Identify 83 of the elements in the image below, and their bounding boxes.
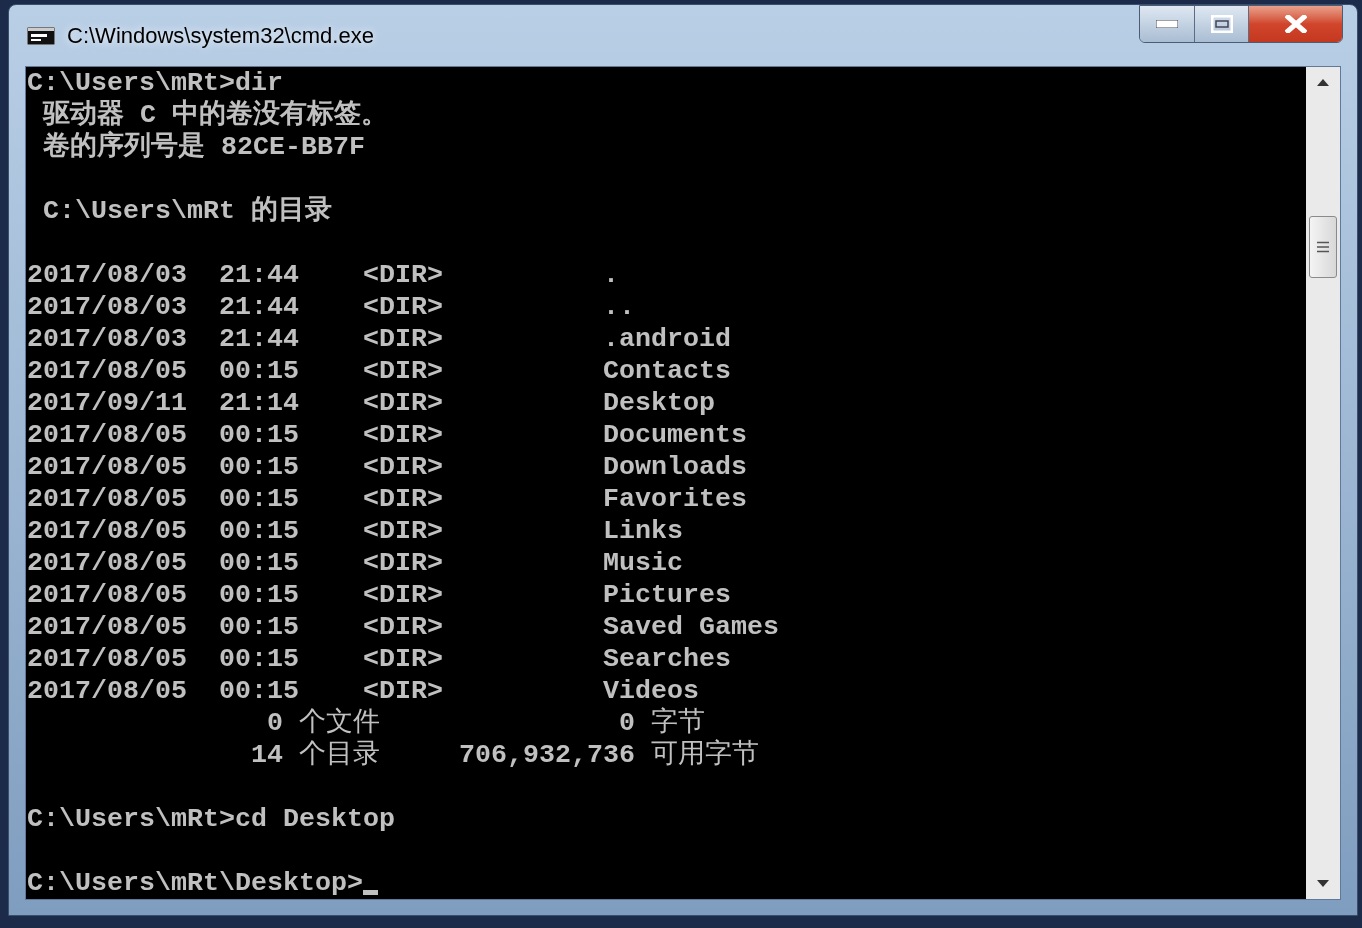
maximize-button[interactable] bbox=[1195, 6, 1249, 42]
entry-type: <DIR> bbox=[363, 259, 444, 291]
entry-type: <DIR> bbox=[363, 387, 444, 419]
entry-date: 2017/08/05 bbox=[27, 675, 188, 707]
entry-time: 00:15 bbox=[219, 355, 300, 387]
entry-time: 21:44 bbox=[219, 259, 300, 291]
minimize-button[interactable] bbox=[1140, 6, 1195, 42]
entry-time: 21:44 bbox=[219, 291, 300, 323]
entry-name: Videos bbox=[603, 675, 699, 707]
summary-size: 706,932,736 bbox=[458, 739, 635, 771]
entry-type: <DIR> bbox=[363, 643, 444, 675]
summary-label: 个文件 bbox=[299, 707, 381, 739]
entry-date: 2017/08/05 bbox=[27, 483, 188, 515]
summary-count: 0 bbox=[266, 707, 283, 739]
console-line: C:\Users\mRt>cd Desktop bbox=[27, 803, 395, 835]
console-line: C:\Users\mRt>dir bbox=[27, 67, 283, 99]
entry-time: 00:15 bbox=[219, 675, 300, 707]
entry-date: 2017/08/05 bbox=[27, 611, 188, 643]
summary-size: 0 bbox=[618, 707, 635, 739]
entry-name: Links bbox=[603, 515, 683, 547]
entry-name: Favorites bbox=[603, 483, 747, 515]
entry-name: . bbox=[603, 259, 619, 291]
entry-time: 00:15 bbox=[219, 515, 300, 547]
entry-date: 2017/08/05 bbox=[27, 515, 188, 547]
entry-date: 2017/08/03 bbox=[27, 259, 188, 291]
entry-date: 2017/09/11 bbox=[27, 387, 188, 419]
entry-name: Music bbox=[603, 547, 683, 579]
console-line: 驱动器 C 中的卷没有标签。 bbox=[41, 99, 388, 131]
console-line: 卷的序列号是 82CE-BB7F bbox=[42, 131, 365, 163]
entry-type: <DIR> bbox=[363, 323, 444, 355]
scroll-up-icon[interactable] bbox=[1317, 79, 1329, 86]
entry-name: Contacts bbox=[603, 355, 731, 387]
entry-date: 2017/08/03 bbox=[27, 323, 188, 355]
entry-time: 00:15 bbox=[219, 483, 300, 515]
summary-label: 字节 bbox=[651, 707, 705, 739]
entry-name: Desktop bbox=[603, 387, 715, 419]
entry-type: <DIR> bbox=[363, 515, 444, 547]
command-prompt: C:\Users\mRt\Desktop> bbox=[27, 867, 363, 899]
entry-type: <DIR> bbox=[363, 419, 444, 451]
entry-type: <DIR> bbox=[363, 547, 444, 579]
entry-date: 2017/08/05 bbox=[27, 451, 188, 483]
entry-time: 21:44 bbox=[219, 323, 300, 355]
close-button[interactable] bbox=[1249, 6, 1342, 42]
window-title: C:\Windows\system32\cmd.exe bbox=[67, 22, 374, 50]
entry-name: Pictures bbox=[603, 579, 731, 611]
entry-name: Documents bbox=[603, 419, 747, 451]
entry-date: 2017/08/05 bbox=[27, 579, 188, 611]
entry-time: 00:15 bbox=[219, 611, 300, 643]
entry-date: 2017/08/05 bbox=[27, 355, 188, 387]
scroll-down-icon[interactable] bbox=[1317, 880, 1329, 887]
entry-type: <DIR> bbox=[363, 355, 444, 387]
entry-type: <DIR> bbox=[363, 451, 444, 483]
entry-date: 2017/08/05 bbox=[27, 643, 188, 675]
entry-date: 2017/08/03 bbox=[27, 291, 188, 323]
entry-name: .android bbox=[603, 323, 731, 355]
entry-type: <DIR> bbox=[363, 483, 444, 515]
entry-type: <DIR> bbox=[363, 675, 444, 707]
entry-name: Saved Games bbox=[603, 611, 779, 643]
entry-date: 2017/08/05 bbox=[27, 547, 188, 579]
entry-name: .. bbox=[603, 291, 635, 323]
entry-type: <DIR> bbox=[363, 291, 444, 323]
entry-type: <DIR> bbox=[363, 611, 444, 643]
console-icon bbox=[27, 26, 55, 45]
summary-label: 个目录 bbox=[299, 739, 381, 771]
entry-time: 00:15 bbox=[219, 643, 300, 675]
entry-time: 00:15 bbox=[219, 419, 300, 451]
entry-date: 2017/08/05 bbox=[27, 419, 188, 451]
scrollbar-thumb[interactable] bbox=[1309, 216, 1337, 278]
close-icon bbox=[1284, 15, 1307, 33]
entry-type: <DIR> bbox=[363, 579, 444, 611]
entry-time: 00:15 bbox=[219, 451, 300, 483]
minimize-icon bbox=[1156, 20, 1178, 28]
vertical-scrollbar[interactable] bbox=[1306, 67, 1340, 899]
entry-name: Downloads bbox=[603, 451, 747, 483]
entry-time: 00:15 bbox=[219, 579, 300, 611]
maximize-icon bbox=[1210, 15, 1233, 33]
entry-name: Searches bbox=[603, 643, 731, 675]
summary-label: 可用字节 bbox=[651, 739, 759, 771]
grip-icon bbox=[1317, 241, 1329, 253]
entry-time: 21:14 bbox=[219, 387, 300, 419]
summary-count: 14 bbox=[250, 739, 283, 771]
entry-time: 00:15 bbox=[219, 547, 300, 579]
console-line: C:\Users\mRt 的目录 bbox=[42, 195, 332, 227]
